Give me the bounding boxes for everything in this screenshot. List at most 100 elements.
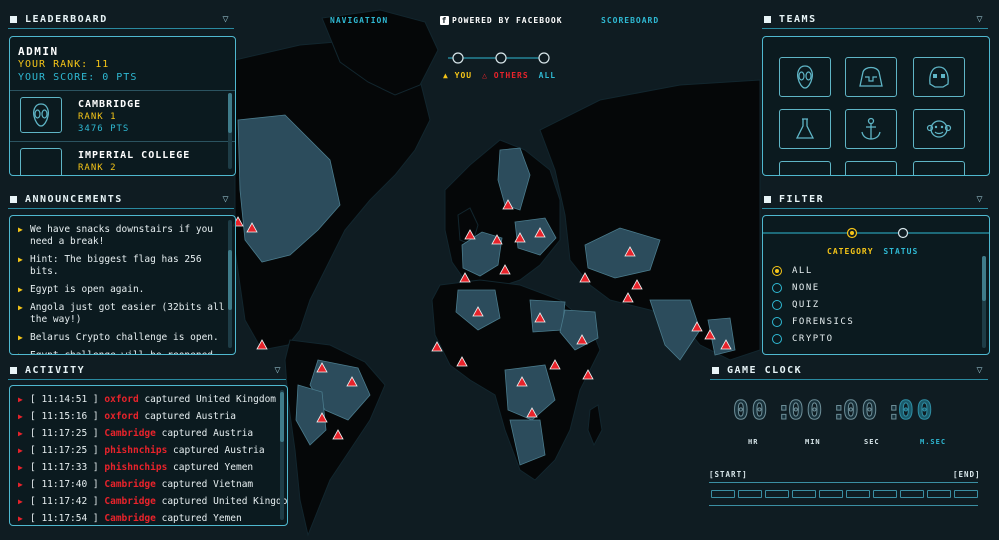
activity-item: ▶ [ 11:15:16 ] oxford captured Austria	[10, 410, 287, 423]
team-tile-helmet[interactable]	[845, 57, 897, 97]
chevron-down-icon[interactable]: ▽	[274, 365, 282, 376]
team-tile[interactable]	[913, 161, 965, 175]
team-tile-monkey[interactable]	[913, 109, 965, 149]
filter-option-quiz[interactable]: QUIZ	[772, 300, 820, 310]
activity-country: United Kingdom	[195, 394, 277, 405]
radio-icon[interactable]	[772, 334, 782, 344]
activity-team[interactable]: oxford	[104, 394, 138, 405]
filter-option-all[interactable]: ALL	[772, 266, 813, 276]
leaderboard-scrollbar[interactable]	[228, 93, 232, 169]
helmet-icon	[859, 66, 883, 87]
clock-segment	[765, 490, 789, 498]
game-clock-title: GAME CLOCK	[727, 364, 803, 376]
activity-country: Austria	[195, 411, 236, 422]
legend-slider[interactable]	[440, 50, 560, 66]
tab-status[interactable]: STATUS	[883, 247, 918, 256]
team-tile[interactable]	[845, 161, 897, 175]
activity-item: ▶ [ 11:14:51 ] oxford captured United Kin…	[10, 393, 287, 406]
announcement-item: ▶ Hint: The biggest flag has 256 bits.	[18, 254, 202, 277]
announcements-scrollbar[interactable]	[228, 220, 232, 348]
chevron-down-icon[interactable]: ▽	[976, 194, 984, 205]
filter-option-crypto[interactable]: CRYPTO	[772, 334, 834, 344]
filter-title: FILTER	[779, 193, 825, 205]
announcements-title: ANNOUNCEMENTS	[25, 193, 123, 205]
activity-team[interactable]: phishnchips	[104, 445, 167, 456]
clock-start-label: [START]	[709, 470, 748, 479]
tab-category[interactable]: CATEGORY	[827, 247, 874, 256]
team-tile-trooper[interactable]	[913, 57, 965, 97]
activity-team[interactable]: Cambridge	[104, 496, 155, 507]
chevron-down-icon[interactable]: ▽	[222, 194, 230, 205]
leaderboard-header[interactable]: LEADERBOARD ▽	[8, 10, 234, 29]
clock-segment	[900, 490, 924, 498]
clock-segment	[954, 490, 978, 498]
square-icon	[712, 366, 719, 374]
activity-country: Yemen	[213, 513, 242, 524]
navigation-link[interactable]: NAVIGATION	[330, 16, 388, 25]
activity-verb: captured	[144, 394, 191, 405]
announcements-header[interactable]: ANNOUNCEMENTS ▽	[8, 190, 234, 209]
filter-option-forensics[interactable]: FORENSICS	[772, 317, 854, 327]
team-points: 3476 PTS	[78, 124, 130, 134]
team-tile-anchor[interactable]	[845, 109, 897, 149]
legend-you[interactable]: ▲ YOU	[443, 71, 472, 80]
legend-you-knob	[452, 52, 464, 64]
scoreboard-link[interactable]: SCOREBOARD	[601, 16, 659, 25]
filter-header[interactable]: FILTER ▽	[762, 190, 988, 209]
activity-country: Austria	[213, 428, 254, 439]
activity-item: ▶ [ 11:17:40 ] Cambridge captured Vietnam	[10, 478, 287, 491]
announcement-item: ▶Egypt challenge will be reopened later.…	[10, 350, 235, 354]
clock-label-hr: HR	[748, 438, 759, 446]
activity-team[interactable]: Cambridge	[104, 513, 155, 524]
announcements-panel: ▶ We have snacks downstairs if you need a…	[9, 215, 236, 355]
square-icon	[764, 195, 771, 203]
bullet-icon: ▶	[18, 333, 23, 342]
captured-egypt[interactable]	[529, 299, 566, 333]
legend-others[interactable]: △ OTHERS	[482, 71, 529, 80]
team-tile[interactable]	[779, 161, 831, 175]
activity-time: [ 11:17:54 ]	[30, 513, 99, 524]
announcement-item: ▶ We have snacks downstairs if you need a…	[18, 224, 214, 247]
legend-all-knob	[538, 52, 550, 64]
radio-icon[interactable]	[772, 266, 782, 276]
clock-segment	[846, 490, 870, 498]
clock-timeline-rule	[709, 505, 978, 506]
leaderboard-entry[interactable]: CAMBRIDGE RANK 1 3476 PTS	[10, 90, 235, 141]
radio-icon[interactable]	[772, 283, 782, 293]
team-tile-flask[interactable]	[779, 109, 831, 149]
chevron-down-icon[interactable]: ▽	[222, 14, 230, 25]
leaderboard-entry[interactable]: IMPERIAL COLLEGE RANK 2	[10, 141, 235, 175]
filter-tab-slider[interactable]	[763, 226, 989, 240]
bullet-icon: ▶	[18, 429, 23, 438]
radio-icon[interactable]	[772, 300, 782, 310]
chevron-down-icon[interactable]: ▽	[976, 14, 984, 25]
bullet-icon: ▶	[18, 285, 23, 294]
clock-label-min: MIN	[805, 438, 821, 446]
filter-scrollbar[interactable]	[982, 256, 986, 348]
bullet-icon: ▶	[18, 225, 23, 234]
user-name: ADMIN	[18, 45, 59, 58]
activity-header[interactable]: ACTIVITY ▽	[8, 361, 286, 380]
activity-team[interactable]: Cambridge	[104, 428, 155, 439]
team-rank: RANK 1	[78, 112, 117, 122]
filter-option-none[interactable]: NONE	[772, 283, 820, 293]
teams-header[interactable]: TEAMS ▽	[762, 10, 988, 29]
activity-scrollbar[interactable]	[280, 390, 284, 520]
legend-all[interactable]: ALL	[539, 71, 556, 80]
activity-team[interactable]: phishnchips	[104, 462, 167, 473]
chevron-down-icon[interactable]: ▽	[976, 365, 984, 376]
activity-verb: captured	[161, 513, 208, 524]
activity-time: [ 11:17:33 ]	[30, 462, 99, 473]
clock-seconds: 00	[842, 396, 881, 427]
game-clock-header[interactable]: GAME CLOCK ▽	[710, 361, 988, 380]
activity-team[interactable]: oxford	[104, 411, 138, 422]
radio-icon[interactable]	[772, 317, 782, 327]
map-legend: ▲ YOU △ OTHERS ALL	[443, 71, 556, 80]
activity-team[interactable]: Cambridge	[104, 479, 155, 490]
activity-item: ▶ [ 11:17:33 ] phishnchips captured Yemen	[10, 461, 287, 474]
you-triangle-icon: ▲	[443, 71, 449, 80]
team-tile-alien[interactable]	[779, 57, 831, 97]
activity-time: [ 11:17:25 ]	[30, 428, 99, 439]
madagascar[interactable]	[587, 404, 603, 447]
clock-segment	[819, 490, 843, 498]
